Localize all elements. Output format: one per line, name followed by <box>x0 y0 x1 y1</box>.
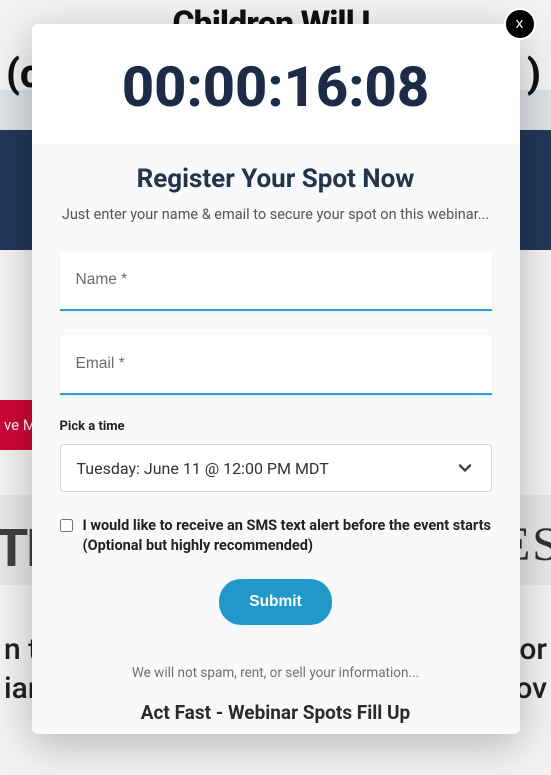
registration-form: Pick a time Tuesday: June 11 @ 12:00 PM … <box>32 223 520 724</box>
time-select-value: Tuesday: June 11 @ 12:00 PM MDT <box>77 459 329 478</box>
close-button[interactable]: x <box>504 8 536 40</box>
modal-subheading: Just enter your name & email to secure y… <box>32 206 520 223</box>
registration-modal: x 00:00:16:08 Register Your Spot Now Jus… <box>32 24 520 734</box>
pick-time-label: Pick a time <box>60 419 492 434</box>
time-select[interactable]: Tuesday: June 11 @ 12:00 PM MDT <box>60 444 492 492</box>
modal-overlay: x 00:00:16:08 Register Your Spot Now Jus… <box>0 0 551 775</box>
sms-checkbox[interactable] <box>60 518 73 533</box>
modal-heading: Register Your Spot Now <box>32 164 520 194</box>
name-input[interactable] <box>60 251 492 311</box>
timer-centiseconds: 08 <box>365 54 430 120</box>
privacy-note: We will not spam, rent, or sell your inf… <box>60 665 492 681</box>
timer-sep-3: : <box>348 54 364 120</box>
sms-checkbox-label[interactable]: I would like to receive an SMS text aler… <box>83 516 492 555</box>
timer-sep-1: : <box>186 54 202 120</box>
sms-optin-row: I would like to receive an SMS text aler… <box>60 516 492 555</box>
submit-button[interactable]: Submit <box>219 579 332 625</box>
chevron-down-icon <box>455 458 475 478</box>
email-input[interactable] <box>60 335 492 395</box>
urgency-note: Act Fast - Webinar Spots Fill Up <box>60 701 492 724</box>
countdown-timer: 00:00:16:08 <box>32 24 520 144</box>
timer-seconds: 16 <box>284 54 349 120</box>
timer-minutes: 00 <box>203 54 268 120</box>
timer-hours: 00 <box>122 54 187 120</box>
timer-sep-2: : <box>267 54 283 120</box>
